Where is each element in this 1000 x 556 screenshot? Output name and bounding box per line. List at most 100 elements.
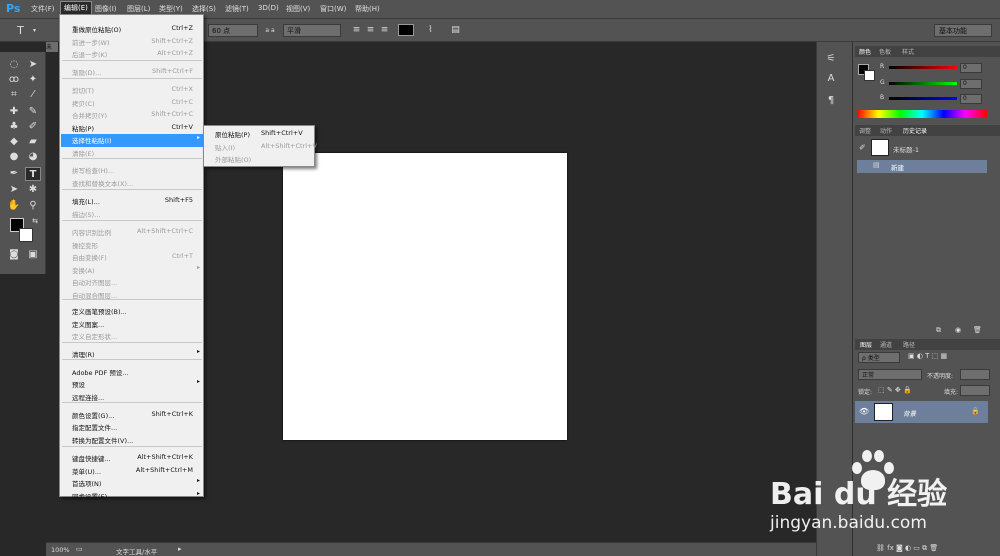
menu-edit[interactable]: 编辑(E) — [60, 1, 92, 15]
tab-paths[interactable]: 路径 — [903, 340, 915, 349]
document-tab[interactable]: 未 — [46, 42, 58, 52]
tab-color[interactable]: 颜色 — [857, 47, 874, 56]
tab-channels[interactable]: 通道 — [880, 340, 892, 349]
layer-name[interactable]: 背景 — [903, 408, 916, 418]
magic-wand-icon[interactable]: ✦ — [25, 73, 41, 87]
history-new-doc-icon[interactable]: ⧉ — [936, 326, 941, 335]
zoom-tool-icon[interactable]: ⚲ — [25, 199, 41, 213]
shape-tool-icon[interactable]: ✱ — [25, 183, 41, 197]
tab-styles[interactable]: 样式 — [902, 47, 914, 56]
channel-b-value[interactable]: 0 — [960, 94, 982, 104]
tab-layers[interactable]: 图层 — [858, 340, 875, 349]
lasso-tool-icon[interactable]: ꝏ — [6, 73, 22, 87]
edit-menu-item[interactable]: 菜单(U)... Alt+Shift+Ctrl+M — [61, 465, 203, 478]
edit-menu-item[interactable]: 颜色设置(G)... Shift+Ctrl+K — [61, 409, 203, 422]
history-step-row[interactable]: ▤ 新建 — [857, 160, 987, 173]
opacity-field[interactable] — [960, 369, 990, 380]
font-size-select[interactable]: 60 点 — [208, 24, 258, 37]
history-snapshot-row[interactable]: ✐ 未标题-1 — [857, 139, 987, 157]
channel-g-slider[interactable] — [889, 82, 957, 85]
dodge-tool-icon[interactable]: ◕ — [25, 150, 41, 164]
edit-menu-item[interactable]: 填充(L)... Shift+F5 — [61, 195, 203, 208]
menu-layer[interactable]: 图层(L) — [127, 4, 150, 14]
eraser-tool-icon[interactable]: ◆ — [6, 135, 22, 149]
edit-menu-item[interactable]: 预设 ▸ — [61, 378, 203, 391]
edit-menu-item[interactable]: 清理(R) ▸ — [61, 348, 203, 361]
path-selection-icon[interactable]: ➤ — [6, 183, 22, 197]
edit-menu-item[interactable]: Adobe PDF 预设... — [61, 366, 203, 379]
workspace-select[interactable]: 基本功能 — [934, 24, 992, 37]
warp-text-icon[interactable]: ⌇ — [424, 24, 437, 37]
character-icon[interactable]: A — [823, 72, 839, 86]
blur-tool-icon[interactable]: ● — [6, 150, 22, 164]
edit-menu-item[interactable]: 首选项(N) ▸ — [61, 477, 203, 490]
clone-stamp-icon[interactable]: ♣ — [6, 120, 22, 134]
edit-menu-item[interactable]: 转换为配置文件(V)... — [61, 434, 203, 447]
edit-menu-item[interactable]: 粘贴(P) Ctrl+V — [61, 122, 203, 135]
menu-view[interactable]: 视图(V) — [286, 4, 310, 14]
screen-mode-icon[interactable]: ▣ — [25, 248, 41, 262]
panel-bg-swatch[interactable] — [864, 70, 875, 81]
document-canvas[interactable] — [283, 153, 567, 440]
history-delete-icon[interactable]: 🗑 — [973, 326, 982, 334]
gradient-tool-icon[interactable]: ▰ — [25, 135, 41, 149]
channel-g-value[interactable]: 0 — [960, 79, 982, 89]
text-color-swatch[interactable] — [398, 24, 414, 36]
lock-icons[interactable]: ⬚ ✎ ✥ 🔒 — [878, 386, 912, 394]
quick-mask-icon[interactable]: ◙ — [6, 248, 22, 262]
antialias-select[interactable]: 平滑 — [283, 24, 341, 37]
tool-preset-dropdown-icon[interactable]: ▾ — [28, 24, 41, 37]
menu-select[interactable]: 选择(S) — [192, 4, 216, 14]
tab-adjustments[interactable]: 调整 — [859, 126, 871, 135]
edit-menu-item[interactable]: 键盘快捷键... Alt+Shift+Ctrl+K — [61, 452, 203, 465]
zoom-level[interactable]: 100% — [51, 546, 70, 554]
swap-colors-icon[interactable]: ⇆ — [27, 214, 43, 228]
healing-brush-icon[interactable]: ✚ — [6, 105, 22, 119]
history-brush-icon[interactable]: ✐ — [25, 120, 41, 134]
edit-menu-item[interactable]: 选择性粘贴(I) ▸ — [61, 134, 203, 147]
tab-actions[interactable]: 动作 — [880, 126, 892, 135]
eyedropper-icon[interactable]: ⁄ — [25, 88, 41, 102]
layer-row-background[interactable]: 👁 背景 🔒 — [855, 401, 988, 423]
fill-field[interactable] — [960, 385, 990, 396]
crop-tool-icon[interactable]: ⌗ — [6, 88, 22, 102]
channel-r-slider[interactable] — [889, 66, 957, 69]
layer-visibility-eye-icon[interactable]: 👁 — [859, 407, 869, 416]
background-color-swatch[interactable] — [19, 228, 33, 242]
blend-mode-select[interactable]: 正常 — [858, 369, 922, 380]
paragraph-icon[interactable]: ¶ — [823, 94, 839, 108]
align-center-icon[interactable]: ≡ — [364, 24, 377, 37]
menu-help[interactable]: 帮助(H) — [355, 4, 380, 14]
edit-menu-item[interactable]: 同步设置(E) ▸ — [61, 490, 203, 503]
color-spectrum-bar[interactable] — [857, 110, 987, 118]
move-tool-icon[interactable]: ➤ — [25, 58, 41, 72]
menu-3d[interactable]: 3D(D) — [258, 4, 279, 12]
align-right-icon[interactable]: ≡ — [378, 24, 391, 37]
menu-file[interactable]: 文件(F) — [31, 4, 55, 14]
menu-filter[interactable]: 滤镜(T) — [225, 4, 249, 14]
edit-menu-item[interactable]: 定义画笔预设(B)... — [61, 305, 203, 318]
edit-menu-item[interactable]: 远程连接... — [61, 391, 203, 404]
menu-window[interactable]: 窗口(W) — [320, 4, 346, 14]
type-tool-icon[interactable]: T — [14, 24, 27, 37]
status-arrow-icon[interactable]: ▸ — [178, 545, 182, 553]
type-tool-active-icon[interactable]: T — [25, 167, 41, 181]
marquee-tool-icon[interactable]: ◌ — [6, 58, 22, 72]
align-left-icon[interactable]: ≡ — [350, 24, 363, 37]
tool-presets-icon[interactable]: ⚟ — [823, 52, 839, 66]
edit-menu-item[interactable]: 定义图案... — [61, 318, 203, 331]
layer-filter-select[interactable]: ρ 类型 — [858, 352, 900, 363]
channel-b-slider[interactable] — [889, 97, 957, 100]
tab-history[interactable]: 历史记录 — [901, 126, 930, 135]
tab-swatches[interactable]: 色板 — [879, 47, 891, 56]
hand-tool-icon[interactable]: ✋ — [6, 199, 22, 213]
brush-tool-icon[interactable]: ✎ — [25, 105, 41, 119]
pen-tool-icon[interactable]: ✒ — [6, 167, 22, 181]
layer-filter-icons[interactable]: ▣ ◐ T ⬚ ▦ — [908, 352, 947, 360]
submenu-item[interactable]: 原位粘贴(P) Shift+Ctrl+V — [205, 128, 314, 140]
status-icon[interactable]: ▭ — [76, 545, 83, 553]
menu-type[interactable]: 类型(Y) — [159, 4, 183, 14]
channel-r-value[interactable]: 0 — [960, 63, 982, 73]
history-snapshot-icon[interactable]: ◉ — [955, 326, 961, 334]
character-panel-icon[interactable]: ▤ — [449, 24, 462, 37]
